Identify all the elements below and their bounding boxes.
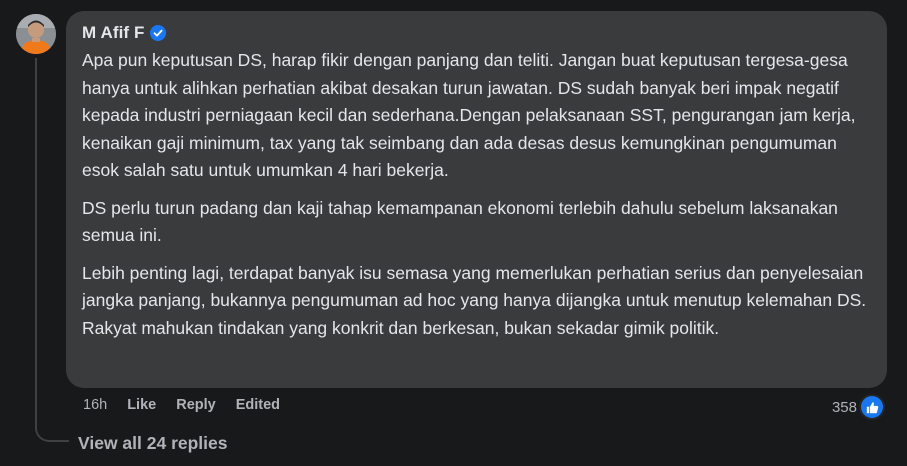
reply-button[interactable]: Reply bbox=[176, 397, 216, 413]
avatar[interactable] bbox=[16, 14, 56, 54]
comment-paragraph: Apa pun keputusan DS, harap fikir dengan… bbox=[82, 50, 856, 180]
reaction-count: 358 bbox=[831, 398, 857, 416]
like-button[interactable]: Like bbox=[127, 397, 156, 413]
comment-bubble: M Afif F Apa pun keputusan DS, harap fik… bbox=[66, 11, 887, 388]
verified-badge-icon bbox=[150, 25, 167, 41]
author-row: M Afif F bbox=[82, 21, 871, 45]
comment-paragraph: Lebih penting lagi, terdapat banyak isu … bbox=[82, 262, 867, 338]
comment-actions: 16h Like Reply Edited bbox=[83, 397, 300, 413]
reaction-summary[interactable]: 358 bbox=[832, 394, 885, 420]
comment-paragraph: DS perlu turun padang dan kaji tahap kem… bbox=[82, 197, 838, 246]
thread-connector bbox=[35, 420, 69, 442]
avatar-image bbox=[16, 14, 56, 54]
thumbs-up-icon bbox=[866, 401, 878, 413]
edited-label[interactable]: Edited bbox=[236, 397, 280, 413]
like-reaction-badge bbox=[859, 394, 885, 420]
comment-thread: M Afif F Apa pun keputusan DS, harap fik… bbox=[0, 0, 907, 466]
author-name[interactable]: M Afif F bbox=[82, 23, 144, 43]
view-replies-link[interactable]: View all 24 replies bbox=[78, 433, 228, 454]
thread-line bbox=[35, 58, 37, 430]
comment-text: Apa pun keputusan DS, harap fikir dengan… bbox=[82, 47, 871, 342]
comment-timestamp[interactable]: 16h bbox=[83, 397, 107, 413]
